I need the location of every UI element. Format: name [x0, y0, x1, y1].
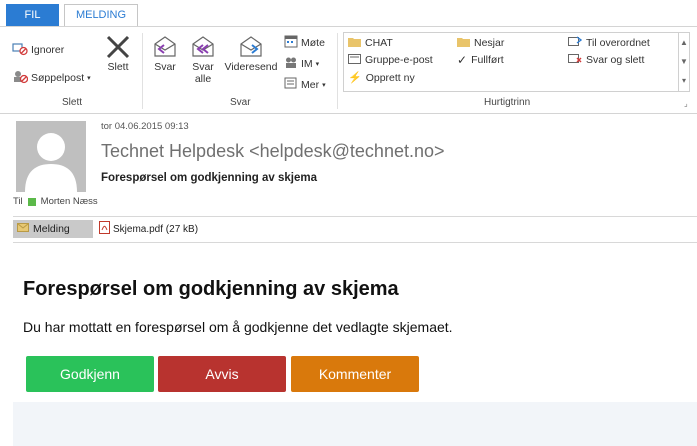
ribbon-tabs: FIL MELDING — [0, 0, 697, 26]
folder-icon — [348, 36, 361, 50]
pdf-icon — [99, 221, 110, 237]
attachment-bar: Melding Skjema.pdf (27 kB) — [13, 219, 198, 239]
recipient-line: Til Morten Næss — [13, 196, 98, 207]
meeting-button[interactable]: Møte — [284, 34, 325, 51]
reply-icon — [150, 33, 180, 61]
reply-delete-icon — [568, 53, 582, 67]
reply-all-icon — [187, 33, 219, 61]
reply-all-button[interactable]: Svar alle — [187, 33, 219, 85]
divider — [13, 242, 697, 243]
body-text: Du har mottatt en forespørsel om å godkj… — [23, 319, 453, 335]
comment-button[interactable]: Kommenter — [291, 356, 419, 392]
attachment-file[interactable]: Skjema.pdf (27 kB) — [99, 221, 198, 237]
forward-email-icon — [568, 36, 583, 50]
scroll-down-icon[interactable]: ▼ — [679, 52, 689, 71]
divider — [13, 216, 697, 217]
envelope-icon — [17, 223, 29, 235]
group-label-quicksteps: Hurtigtrinn — [484, 97, 531, 108]
junk-icon — [12, 68, 29, 87]
quickstep-create-new[interactable]: ⚡ Opprett ny — [348, 71, 415, 85]
ignore-icon — [12, 40, 28, 59]
chevron-down-icon: ▾ — [87, 74, 91, 82]
chevron-down-icon: ▾ — [322, 81, 326, 89]
more-icon — [284, 76, 298, 93]
im-button[interactable]: IM ▾ — [284, 55, 319, 72]
dialog-launcher-icon[interactable]: ⌟ — [684, 99, 688, 108]
body-footer — [13, 402, 697, 446]
gallery-scrollbar[interactable]: ▲ ▼ ▾ — [678, 33, 689, 91]
im-icon — [284, 55, 298, 72]
ribbon: Ignorer Søppelpost ▾ Slett Slett Svar Sv… — [0, 26, 697, 114]
more-button[interactable]: Mer ▾ — [284, 76, 326, 93]
junk-button[interactable]: Søppelpost ▾ — [12, 68, 91, 87]
delete-button[interactable]: Slett — [104, 33, 132, 73]
body-title: Forespørsel om godkjenning av skjema — [23, 278, 399, 300]
to-label: Til — [13, 196, 23, 207]
email-icon — [348, 53, 361, 67]
group-separator — [337, 33, 338, 109]
scroll-up-icon[interactable]: ▲ — [679, 33, 689, 52]
message-date: tor 04.06.2015 09:13 — [101, 121, 189, 132]
expand-gallery-icon[interactable]: ▾ — [679, 71, 689, 90]
quickstep-done[interactable]: ✓ Fullført — [457, 53, 504, 67]
meeting-icon — [284, 34, 298, 51]
reply-button[interactable]: Svar — [150, 33, 180, 73]
recipient[interactable]: Morten Næss — [41, 196, 98, 207]
ignore-button[interactable]: Ignorer — [12, 40, 64, 59]
approve-button[interactable]: Godkjenn — [26, 356, 154, 392]
tab-fil[interactable]: FIL — [6, 4, 59, 26]
quicksteps-gallery: CHAT Gruppe-e-post ⚡ Opprett ny Nesjar ✓… — [343, 32, 690, 92]
quickstep-reply-delete[interactable]: Svar og slett — [568, 53, 644, 67]
checkmark-icon: ✓ — [457, 53, 468, 67]
quickstep-group-email[interactable]: Gruppe-e-post — [348, 53, 433, 67]
presence-indicator — [27, 197, 36, 206]
quickstep-to-manager[interactable]: Til overordnet — [568, 36, 650, 50]
group-label-slett: Slett — [62, 97, 83, 108]
message-subject: Forespørsel om godkjenning av skjema — [101, 172, 318, 184]
chevron-down-icon: ▾ — [315, 60, 320, 68]
avatar — [16, 121, 86, 192]
lightning-icon: ⚡ — [348, 72, 362, 84]
forward-button[interactable]: Videresend — [222, 33, 280, 73]
tab-melding[interactable]: MELDING — [64, 4, 138, 26]
quickstep-nesjar[interactable]: Nesjar — [457, 36, 504, 50]
sender[interactable]: Technet Helpdesk <helpdesk@technet.no> — [101, 141, 445, 162]
group-separator — [142, 33, 143, 109]
folder-icon — [457, 36, 470, 50]
delete-icon — [104, 33, 132, 61]
message-tab[interactable]: Melding — [13, 220, 93, 238]
forward-icon — [222, 33, 280, 61]
reject-button[interactable]: Avvis — [158, 356, 286, 392]
group-label-svar: Svar — [230, 97, 251, 108]
quickstep-chat[interactable]: CHAT — [348, 36, 393, 50]
